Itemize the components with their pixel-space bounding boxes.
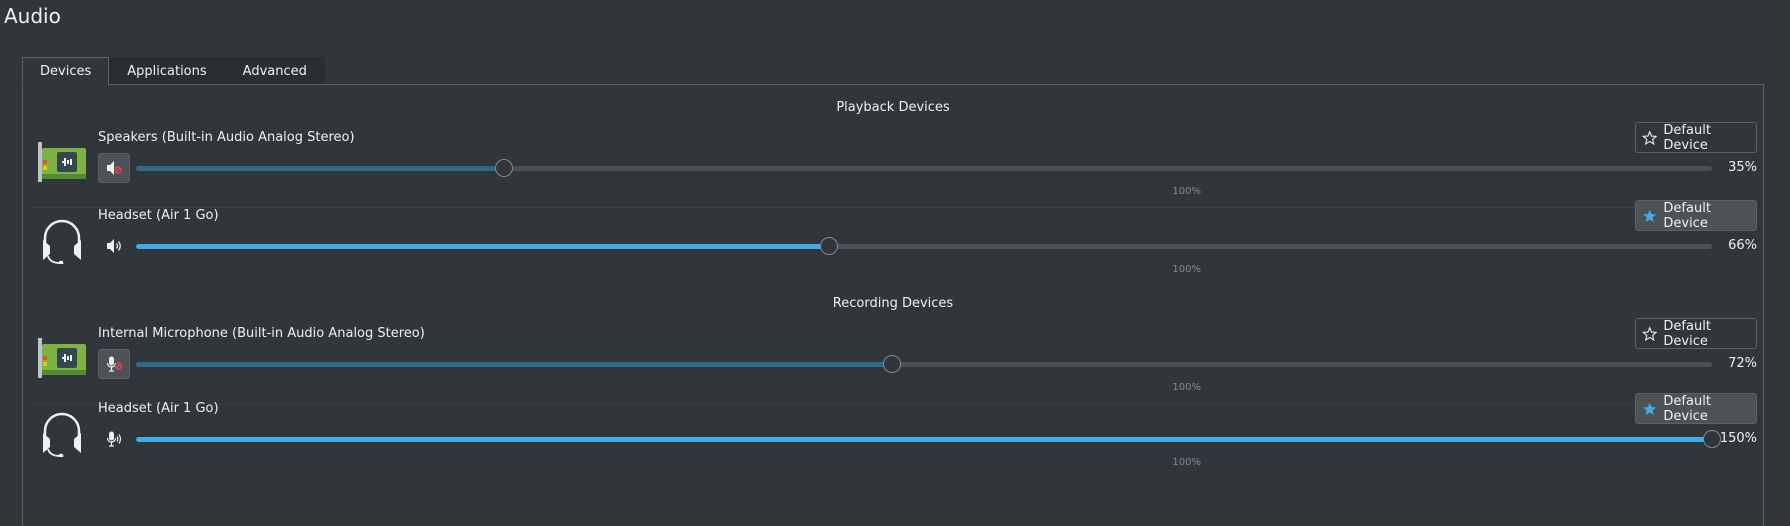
headset-icon bbox=[37, 214, 87, 266]
mute-toggle-button[interactable] bbox=[98, 231, 130, 261]
default-device-label: Default Device bbox=[1663, 318, 1711, 349]
device-name: Speakers (Built-in Audio Analog Stereo) bbox=[98, 130, 355, 145]
headset-icon bbox=[37, 407, 87, 459]
tab-devices[interactable]: Devices bbox=[22, 57, 110, 86]
star-filled-icon bbox=[1643, 402, 1657, 415]
device-row-headset-recording: Headset (Air 1 Go) 150% 100% Default Dev… bbox=[31, 391, 1757, 479]
hundred-percent-mark: 100% bbox=[1172, 186, 1201, 197]
default-device-label: Default Device bbox=[1663, 200, 1711, 231]
devices-panel: Playback Devices Speakers (Built-in Audi… bbox=[22, 84, 1764, 526]
mute-toggle-button[interactable] bbox=[98, 153, 130, 183]
volume-slider[interactable] bbox=[136, 428, 1721, 450]
mute-toggle-button[interactable] bbox=[98, 424, 130, 454]
volume-percent: 72% bbox=[1728, 356, 1757, 371]
volume-fill bbox=[136, 244, 830, 249]
sound-card-icon bbox=[37, 136, 87, 186]
microphone-icon bbox=[106, 431, 122, 447]
default-device-button[interactable]: Default Device bbox=[1635, 393, 1757, 424]
volume-slider[interactable] bbox=[136, 235, 1712, 257]
volume-fill bbox=[136, 166, 504, 171]
device-row-headset-playback: Headset (Air 1 Go) 66% 100% Default Devi… bbox=[31, 198, 1757, 286]
tab-bar: Devices Applications Advanced bbox=[22, 57, 325, 86]
volume-fill bbox=[136, 362, 893, 367]
volume-fill bbox=[136, 437, 1712, 442]
slider-handle[interactable] bbox=[883, 355, 902, 373]
device-row-speakers: Speakers (Built-in Audio Analog Stereo) … bbox=[31, 120, 1757, 208]
default-device-button[interactable]: Default Device bbox=[1635, 122, 1757, 153]
device-name: Internal Microphone (Built-in Audio Anal… bbox=[98, 326, 425, 341]
speaker-muted-icon bbox=[107, 161, 122, 175]
volume-percent: 35% bbox=[1728, 160, 1757, 175]
page-title: Audio bbox=[4, 4, 61, 28]
device-name: Headset (Air 1 Go) bbox=[98, 401, 219, 416]
speaker-icon bbox=[107, 239, 121, 253]
slider-handle[interactable] bbox=[820, 237, 839, 255]
default-device-label: Default Device bbox=[1663, 393, 1711, 424]
default-device-button[interactable]: Default Device bbox=[1635, 200, 1757, 231]
default-device-button[interactable]: Default Device bbox=[1635, 318, 1757, 349]
recording-section-title: Recording Devices bbox=[832, 296, 954, 311]
volume-percent: 66% bbox=[1728, 238, 1757, 253]
volume-percent: 150% bbox=[1719, 431, 1757, 446]
tab-advanced[interactable]: Advanced bbox=[224, 57, 325, 85]
mute-toggle-button[interactable] bbox=[98, 349, 130, 379]
star-filled-icon bbox=[1643, 209, 1657, 222]
device-name: Headset (Air 1 Go) bbox=[98, 208, 219, 223]
sound-card-icon bbox=[37, 332, 87, 382]
hundred-percent-mark: 100% bbox=[1172, 264, 1201, 275]
tab-applications[interactable]: Applications bbox=[109, 57, 225, 85]
default-device-label: Default Device bbox=[1663, 122, 1711, 153]
star-outline-icon bbox=[1642, 129, 1658, 145]
star-outline-icon bbox=[1642, 325, 1658, 341]
slider-handle[interactable] bbox=[494, 159, 513, 177]
hundred-percent-mark: 100% bbox=[1172, 457, 1201, 468]
volume-slider[interactable] bbox=[136, 353, 1712, 375]
microphone-muted-icon bbox=[106, 356, 123, 372]
playback-section-title: Playback Devices bbox=[836, 100, 950, 115]
volume-slider[interactable] bbox=[136, 157, 1712, 179]
